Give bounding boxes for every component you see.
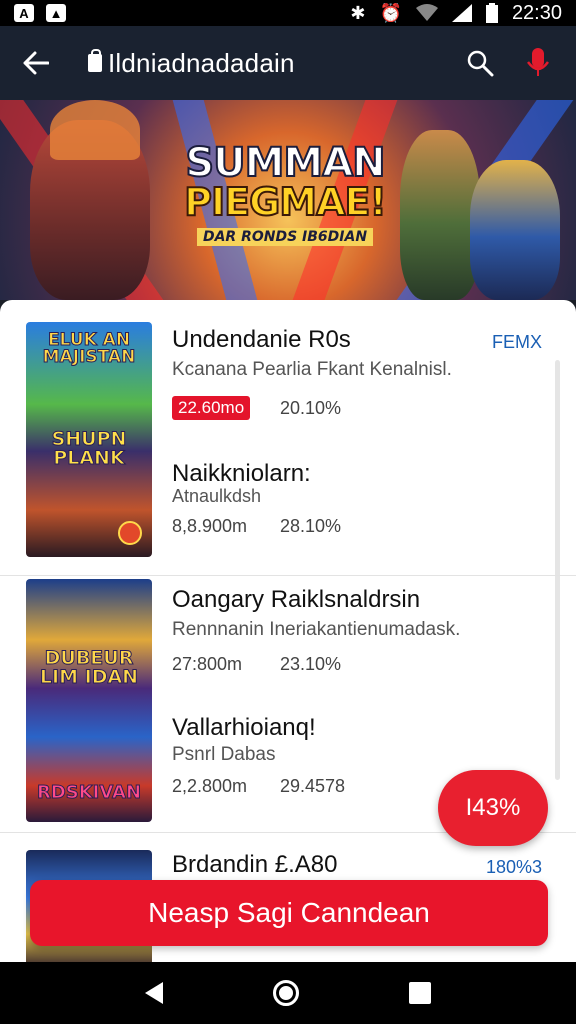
bluetooth-icon: ✱ [350,2,366,23]
battery-icon [485,3,498,23]
item-price: 27:800m [172,654,243,674]
app-bar: Ildniadnadadain [0,26,576,100]
item-percent: 23.10% [280,654,342,674]
item-tag[interactable]: FEMX [492,332,542,353]
game-list: ELUK AN MAJISTAN SHUPN PLANK Undendanie … [0,300,576,962]
promo-banner[interactable]: SUMMAN PIEGMAE! DAR RONDS IB6DIAN [0,100,576,300]
search-button[interactable] [460,43,500,83]
microphone-icon [527,48,549,76]
wifi-icon [415,4,438,21]
shopping-bag-icon [88,49,102,72]
character-group-art [400,130,480,300]
item-tag[interactable]: 180%3 [486,857,542,878]
item-title: Brdandin £.A80 [172,851,338,878]
item-title: Undendanie R0s [172,326,351,353]
item-subtitle: Atnaulkdsh [172,486,262,506]
game-thumbnail: ELUK AN MAJISTAN SHUPN PLANK [26,322,152,557]
alarm-icon: ⏰ [379,2,402,23]
signal-icon [451,4,472,22]
app-notification-icon: A [14,4,34,22]
item-title: Vallarhioianq! [172,714,316,741]
page-title: Ildniadnadadain [108,47,295,78]
item-price: 2,2.800m [172,776,248,796]
item-subtitle: Rennnanin Ineriakantienumadask. [172,619,461,640]
photo-notification-icon: ▲ [46,4,66,22]
banner-title-line2: PIEGMAE! [183,179,388,225]
game-thumbnail: DUBEUR LIM IDAN RDSKIVAN [26,579,152,822]
discount-fab-button[interactable]: I43% [438,770,548,846]
back-arrow-button[interactable] [18,45,54,81]
item-percent: 20.10% [280,398,342,418]
item-percent: 28.10% [280,516,342,536]
status-bar: A ▲ ✱ ⏰ 22:30 [0,0,576,26]
item-title: Naikkniolarn: [172,460,311,487]
back-arrow-icon [23,51,49,75]
item-percent: 29.4578 [280,776,346,796]
thumbnail-title-bottom: RDSKIVAN [36,782,142,803]
banner-title: SUMMAN PIEGMAE! DAR RONDS IB6DIAN [170,139,400,246]
price-badge: 22.60mo [172,396,251,420]
item-subtitle: Kcanana Pearlia Fkant Kenalnisl. [172,359,452,380]
search-icon [467,50,494,77]
shield-emblem-icon [118,521,142,545]
status-time: 22:30 [511,1,562,24]
item-subtitle: Psnrl Dabas [172,744,276,765]
nav-recents-icon[interactable] [409,982,431,1004]
wings-art [50,100,140,160]
thumbnail-title-mid: SHUPN PLANK [51,428,127,469]
thumbnail-title-mid: DUBEUR LIM IDAN [39,647,139,688]
primary-action-button[interactable]: Neasp Sagi Canndean [30,880,548,946]
item-title: Oangary Raiklsnaldrsin [172,586,421,613]
banner-tagline: DAR RONDS IB6DIAN [196,228,374,246]
thumbnail-title-top: ELUK AN MAJISTAN [42,330,136,367]
system-nav-bar [0,962,576,1024]
nav-home-icon[interactable] [273,980,299,1006]
nav-back-icon[interactable] [145,982,163,1004]
list-item[interactable]: ELUK AN MAJISTAN SHUPN PLANK Undendanie … [0,300,576,575]
item-price: 8,8.900m [172,516,248,536]
guitar-character-art [470,160,560,300]
voice-search-button[interactable] [518,43,558,83]
